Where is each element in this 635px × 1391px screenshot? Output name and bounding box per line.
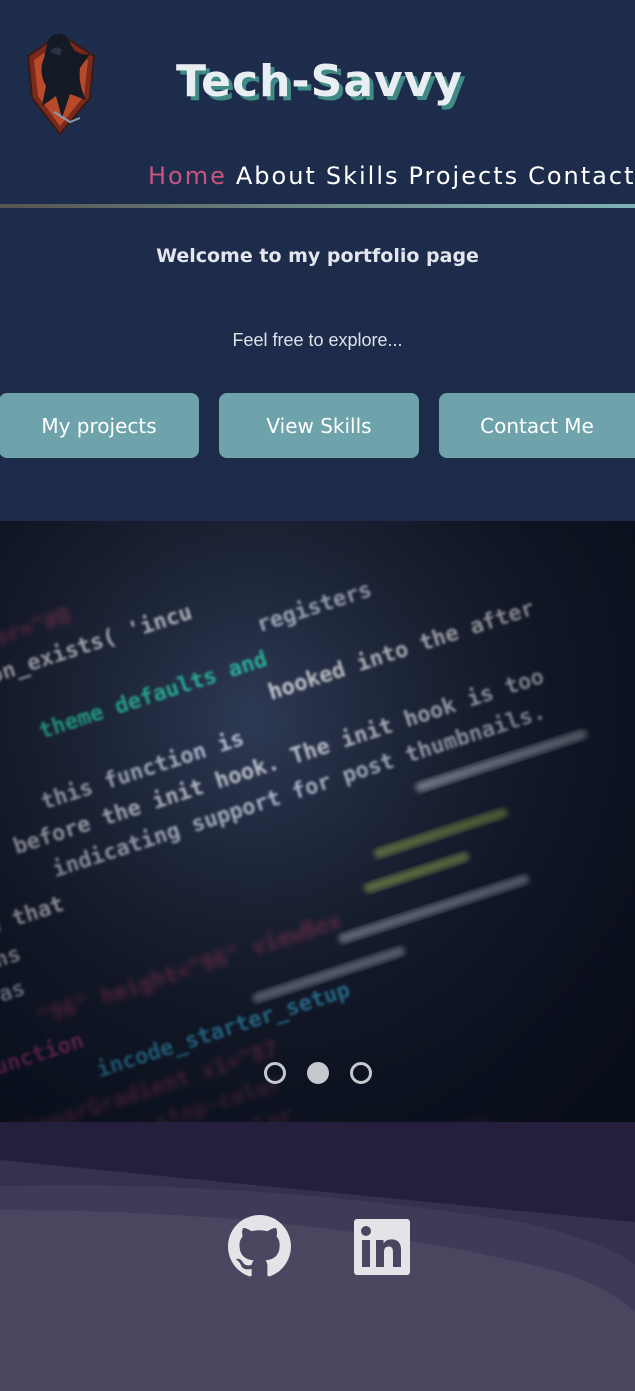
nav-item-projects[interactable]: Projects: [408, 162, 519, 190]
explore-tagline: Feel free to explore...: [232, 330, 403, 350]
main-nav: Home About Skills Projects Contact: [148, 162, 635, 190]
linkedin-icon[interactable]: [353, 1218, 411, 1276]
hero-carousel[interactable]: stop-color="#0function_exists( 'incuregi…: [0, 521, 635, 1122]
nav-item-home[interactable]: Home: [148, 162, 227, 190]
my-projects-button[interactable]: My projects: [0, 393, 199, 458]
carousel-dot-1[interactable]: [264, 1062, 286, 1084]
carousel-dot-2[interactable]: [307, 1062, 329, 1084]
eagle-shield-icon[interactable]: [20, 26, 102, 142]
view-skills-button[interactable]: View Skills: [219, 393, 419, 458]
github-icon[interactable]: [228, 1215, 291, 1278]
code-screenshot-image: stop-color="#0function_exists( 'incuregi…: [0, 521, 635, 1122]
footer: [0, 1122, 635, 1391]
nav-item-contact[interactable]: Contact: [528, 162, 635, 190]
nav-item-about[interactable]: About: [236, 162, 317, 190]
carousel-dot-3[interactable]: [350, 1062, 372, 1084]
contact-me-button[interactable]: Contact Me: [439, 393, 635, 458]
footer-wave: [0, 1160, 635, 1391]
nav-item-skills[interactable]: Skills: [326, 162, 400, 190]
site-title: Tech-Savvy: [176, 56, 464, 107]
nav-divider: [0, 204, 635, 208]
welcome-heading: Welcome to my portfolio page: [156, 245, 479, 267]
